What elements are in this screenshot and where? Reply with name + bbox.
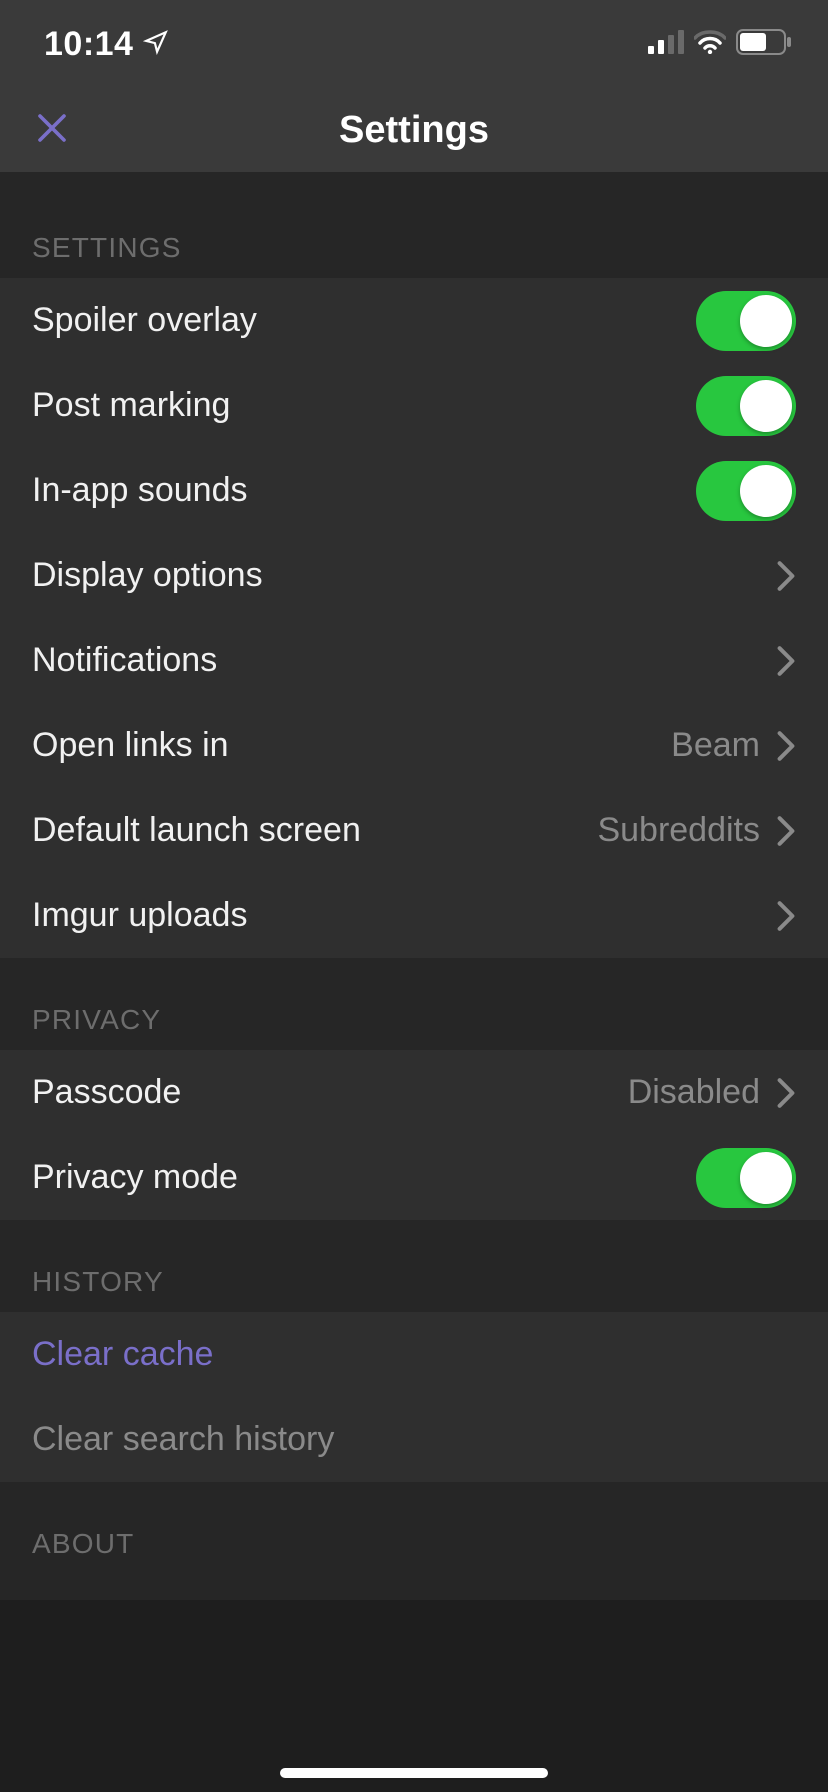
chevron-right-icon (776, 900, 796, 932)
toggle-in-app-sounds[interactable] (696, 461, 796, 521)
page-title: Settings (339, 109, 489, 152)
nav-bar: Settings (0, 88, 828, 172)
row-imgur-uploads[interactable]: Imgur uploads (0, 873, 828, 958)
row-label: Passcode (32, 1073, 612, 1112)
row-label: Clear search history (32, 1420, 796, 1459)
row-post-marking[interactable]: Post marking (0, 363, 828, 448)
toggle-spoiler-overlay[interactable] (696, 291, 796, 351)
chevron-right-icon (776, 1077, 796, 1109)
row-passcode[interactable]: Passcode Disabled (0, 1050, 828, 1135)
home-indicator[interactable] (280, 1768, 548, 1778)
toggle-knob (740, 1152, 792, 1204)
row-label: Notifications (32, 641, 760, 680)
status-right (648, 29, 792, 60)
row-clear-search-history[interactable]: Clear search history (0, 1397, 828, 1482)
status-time: 10:14 (44, 25, 133, 64)
toggle-post-marking[interactable] (696, 376, 796, 436)
wifi-icon (694, 30, 726, 59)
row-in-app-sounds[interactable]: In-app sounds (0, 448, 828, 533)
toggle-privacy-mode[interactable] (696, 1148, 796, 1208)
row-value: Beam (671, 726, 760, 765)
status-bar: 10:14 (0, 0, 828, 88)
row-notifications[interactable]: Notifications (0, 618, 828, 703)
row-label: In-app sounds (32, 471, 680, 510)
toggle-knob (740, 295, 792, 347)
row-label: Clear cache (32, 1335, 796, 1374)
location-arrow-icon (143, 25, 169, 64)
row-display-options[interactable]: Display options (0, 533, 828, 618)
section-header-privacy: PRIVACY (0, 958, 828, 1050)
toggle-knob (740, 465, 792, 517)
section-header-settings: SETTINGS (0, 172, 828, 278)
row-label: Default launch screen (32, 811, 581, 850)
battery-icon (736, 29, 792, 60)
row-clear-cache[interactable]: Clear cache (0, 1312, 828, 1397)
row-label: Post marking (32, 386, 680, 425)
row-label: Open links in (32, 726, 655, 765)
cellular-icon (648, 30, 684, 59)
row-open-links-in[interactable]: Open links in Beam (0, 703, 828, 788)
row-value: Subreddits (597, 811, 760, 850)
chevron-right-icon (776, 730, 796, 762)
row-label: Display options (32, 556, 760, 595)
close-icon (34, 110, 70, 151)
toggle-knob (740, 380, 792, 432)
section-header-history: HISTORY (0, 1220, 828, 1312)
row-label: Spoiler overlay (32, 301, 680, 340)
close-button[interactable] (28, 106, 76, 154)
row-default-launch-screen[interactable]: Default launch screen Subreddits (0, 788, 828, 873)
chevron-right-icon (776, 560, 796, 592)
settings-content: SETTINGS Spoiler overlay Post marking In… (0, 172, 828, 1600)
row-privacy-mode[interactable]: Privacy mode (0, 1135, 828, 1220)
row-label: Imgur uploads (32, 896, 760, 935)
chevron-right-icon (776, 815, 796, 847)
row-label: Privacy mode (32, 1158, 680, 1197)
chevron-right-icon (776, 645, 796, 677)
section-header-about: ABOUT (0, 1482, 828, 1600)
row-value: Disabled (628, 1073, 760, 1112)
row-spoiler-overlay[interactable]: Spoiler overlay (0, 278, 828, 363)
status-left: 10:14 (44, 25, 169, 64)
